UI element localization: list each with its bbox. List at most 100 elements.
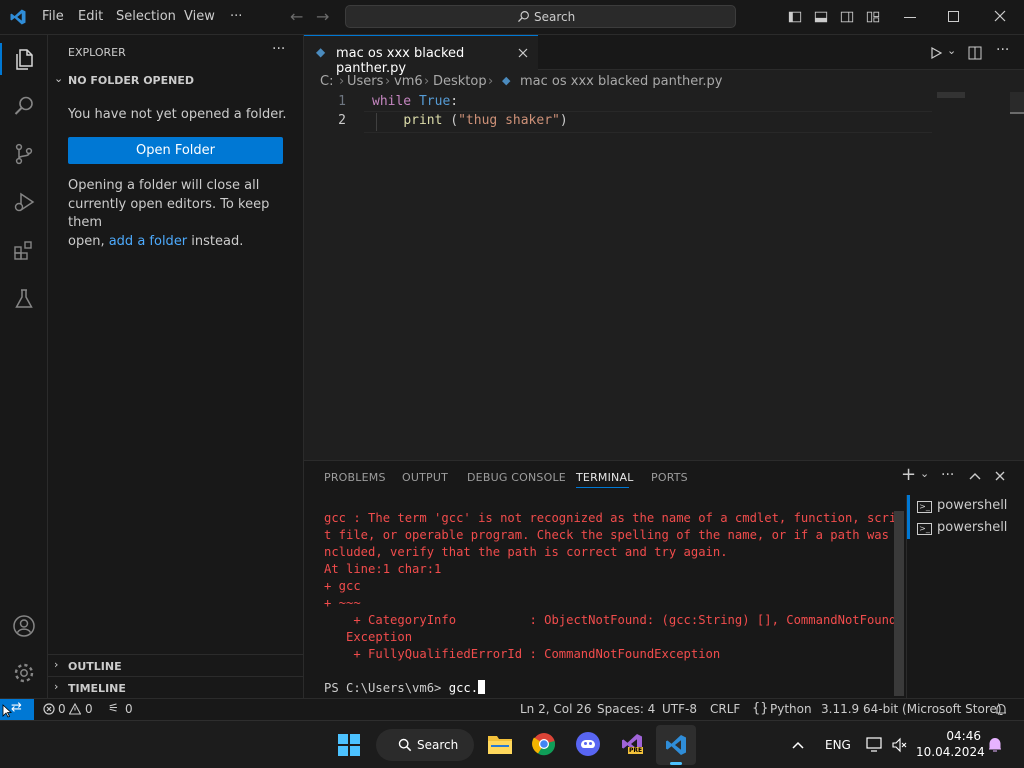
open-folder-button[interactable]: Open Folder — [68, 137, 283, 164]
terminal-line: Exception — [324, 630, 413, 644]
maximize-panel-chevron-up-icon[interactable] — [969, 472, 981, 480]
clock-date[interactable]: 10.04.2024 — [916, 745, 985, 759]
terminal-line: t file, or operable program. Check the s… — [324, 528, 904, 542]
taskbar-search[interactable]: Search — [376, 729, 474, 761]
encoding[interactable]: UTF-8 — [662, 702, 697, 716]
menu-selection[interactable]: Selection — [116, 9, 176, 24]
terminal-output[interactable]: gcc : The term 'gcc' is not recognized a… — [304, 501, 904, 699]
editor-more-actions-icon[interactable]: ··· — [996, 42, 1009, 58]
windows-start-icon[interactable] — [338, 734, 360, 756]
input-language[interactable]: ENG — [825, 738, 851, 752]
menu-more[interactable]: ··· — [230, 9, 242, 24]
split-editor-icon[interactable] — [968, 46, 982, 60]
tray-overflow-chevron-icon[interactable] — [792, 741, 804, 749]
command-center-search[interactable]: Search — [345, 5, 736, 28]
code-line-1: while True: — [372, 94, 458, 109]
python-file-icon: ◆ — [316, 45, 326, 59]
network-icon[interactable] — [866, 737, 884, 753]
clock-time[interactable]: 04:46 — [941, 729, 981, 743]
terminal-dropdown-chevron-icon[interactable]: ⌄ — [920, 467, 929, 480]
function-token: print — [403, 113, 443, 128]
terminal-item[interactable]: >_ powershell — [915, 520, 1024, 538]
toggle-primary-sidebar-icon[interactable] — [788, 10, 802, 24]
tab-ports[interactable]: PORTS — [651, 471, 688, 484]
language-mode[interactable]: Python — [770, 702, 812, 716]
editor-scrollbar[interactable] — [1010, 92, 1024, 114]
run-debug-icon[interactable] — [12, 190, 36, 214]
tab-output[interactable]: OUTPUT — [402, 471, 448, 484]
notifications-bell-icon[interactable] — [995, 703, 1007, 716]
run-python-file-icon[interactable] — [930, 47, 942, 59]
line-endings[interactable]: CRLF — [710, 702, 740, 716]
discord-eye — [589, 742, 592, 745]
tab-debug-console[interactable]: DEBUG CONSOLE — [467, 471, 566, 484]
active-terminal-indicator — [907, 495, 910, 539]
breadcrumb-file[interactable]: mac os xxx blacked panther.py — [520, 74, 722, 89]
error-count[interactable]: 0 — [58, 702, 66, 716]
no-folder-message: You have not yet opened a folder. — [68, 107, 287, 122]
keyword-token: while — [372, 94, 412, 109]
breadcrumb-vm6[interactable]: vm6 — [394, 74, 423, 89]
python-interpreter[interactable]: 3.11.9 64-bit (Microsoft Store) — [821, 702, 1002, 716]
extensions-icon[interactable] — [12, 239, 36, 263]
maximize-icon[interactable] — [948, 11, 959, 22]
bottom-panel: PROBLEMS OUTPUT DEBUG CONSOLE TERMINAL P… — [304, 460, 1024, 699]
terminal-scrollbar[interactable] — [894, 511, 904, 696]
accounts-icon[interactable] — [12, 614, 36, 638]
colon-token: : — [450, 94, 459, 109]
source-control-icon[interactable] — [12, 142, 36, 166]
indentation[interactable]: Spaces: 4 — [597, 702, 655, 716]
code-editor[interactable]: 1 2 while True: print ("thug shaker") — [304, 92, 1024, 460]
explorer-files-icon[interactable] — [12, 47, 36, 71]
run-dropdown-chevron-icon[interactable]: ⌄ — [947, 44, 956, 57]
info-line-3: open, add a folder instead. — [68, 233, 293, 252]
new-terminal-plus-icon[interactable]: + — [901, 464, 916, 485]
settings-gear-icon[interactable] — [12, 661, 36, 685]
terminal-line: + CategoryInfo : ObjectNotFound: (gcc:St… — [324, 613, 897, 627]
breadcrumb-separator-icon: › — [488, 74, 494, 89]
menu-view[interactable]: View — [184, 9, 215, 24]
minimap[interactable] — [937, 92, 965, 98]
add-folder-link[interactable]: add a folder — [109, 234, 187, 249]
notification-bell-icon[interactable] — [988, 737, 1002, 753]
line-number: 2 — [338, 113, 346, 128]
customize-layout-icon[interactable] — [866, 10, 880, 24]
toggle-secondary-sidebar-icon[interactable] — [840, 10, 854, 24]
editor-tab[interactable]: ◆ mac os xxx blacked panther.py — [304, 35, 538, 76]
terminal-list: >_ powershell >_ powershell — [906, 495, 1024, 699]
outline-section-header[interactable]: › OUTLINE — [48, 654, 303, 677]
close-panel-icon[interactable] — [995, 471, 1005, 481]
forward-arrow-icon[interactable]: → — [316, 7, 329, 26]
open-folder-info: Opening a folder will close all currentl… — [68, 177, 293, 251]
active-indicator — [0, 43, 2, 75]
toggle-panel-icon[interactable] — [814, 10, 828, 24]
tab-terminal[interactable]: TERMINAL — [576, 471, 634, 484]
cursor-position[interactable]: Ln 2, Col 26 — [520, 702, 592, 716]
breadcrumb-desktop[interactable]: Desktop — [433, 74, 487, 89]
tab-problems[interactable]: PROBLEMS — [324, 471, 386, 484]
breadcrumb-users[interactable]: Users — [347, 74, 383, 89]
volume-muted-icon[interactable] — [892, 737, 908, 753]
breadcrumb-drive[interactable]: C: — [320, 74, 333, 89]
terminal-item[interactable]: >_ powershell — [915, 498, 1024, 516]
chrome-icon[interactable] — [532, 732, 556, 756]
visual-studio-preview-icon[interactable]: PRE — [620, 732, 644, 756]
close-window-icon[interactable] — [994, 10, 1006, 22]
panel-more-actions-icon[interactable]: ··· — [941, 467, 954, 483]
vscode-taskbar-button[interactable] — [656, 725, 696, 765]
no-folder-section-header[interactable]: ⌄ NO FOLDER OPENED — [48, 72, 303, 90]
menu-file[interactable]: File — [42, 9, 64, 24]
back-arrow-icon[interactable]: ← — [290, 7, 303, 26]
testing-flask-icon[interactable] — [12, 287, 36, 311]
timeline-section-header[interactable]: › TIMELINE — [48, 676, 303, 699]
more-actions-icon[interactable]: ··· — [272, 41, 285, 57]
search-activity-icon[interactable] — [12, 94, 36, 118]
discord-icon[interactable] — [576, 732, 600, 756]
search-label: Search — [534, 10, 576, 24]
menu-edit[interactable]: Edit — [78, 9, 103, 24]
warning-count[interactable]: 0 — [85, 702, 93, 716]
close-tab-icon[interactable] — [518, 48, 528, 58]
file-explorer-icon[interactable] — [487, 733, 513, 755]
ports-count[interactable]: 0 — [125, 702, 133, 716]
minimize-icon[interactable] — [904, 17, 916, 18]
